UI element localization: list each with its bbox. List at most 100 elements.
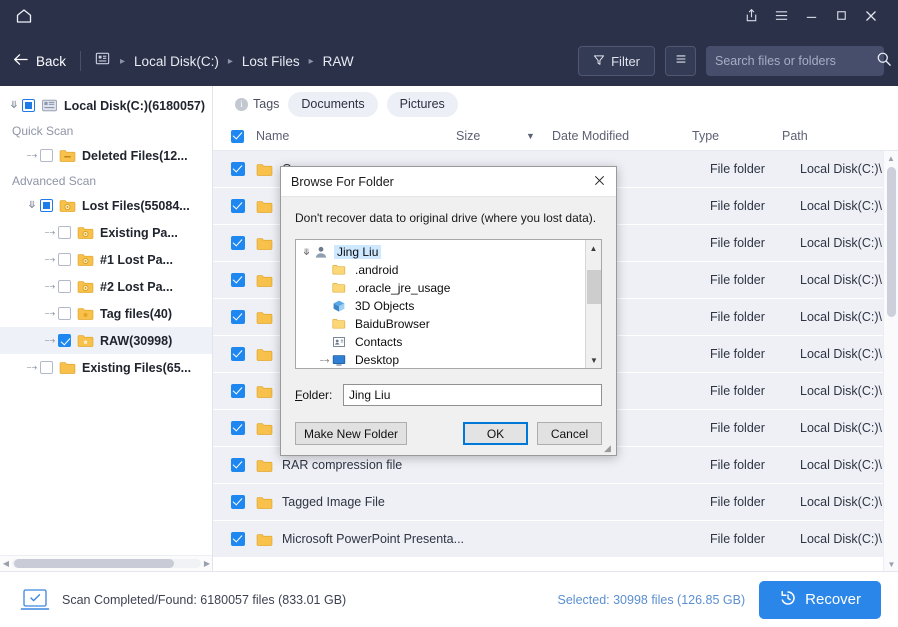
scroll-up-arrow[interactable]: ▲	[884, 151, 898, 165]
tree-item-checkbox[interactable]	[58, 226, 71, 239]
scroll-down-arrow[interactable]: ▼	[884, 557, 898, 571]
row-checkbox[interactable]	[231, 421, 245, 435]
folder-gear-icon	[77, 252, 94, 267]
info-icon: i	[235, 97, 248, 111]
row-checkbox[interactable]	[231, 347, 245, 361]
breadcrumb-item-2[interactable]: RAW	[319, 52, 358, 71]
make-new-folder-button[interactable]: Make New Folder	[295, 422, 407, 445]
tree-item[interactable]: ⤍ Existing Pa...	[0, 219, 212, 246]
select-all-checkbox[interactable]	[231, 129, 244, 143]
folder-tree-item[interactable]: Contacts	[296, 333, 585, 351]
scrollbar-track[interactable]	[12, 559, 201, 568]
folder-name-input[interactable]	[343, 384, 602, 406]
row-checkbox[interactable]	[231, 199, 245, 213]
row-checkbox[interactable]	[231, 273, 245, 287]
folder-tree-item[interactable]: ⤋ Jing Liu	[296, 243, 585, 261]
tree-item-checkbox[interactable]	[58, 334, 71, 347]
sidebar: ⤋ Local Disk(C:)(6180057) Quick Scan ⤍ Delet…	[0, 86, 213, 571]
row-checkbox[interactable]	[231, 532, 245, 546]
tree-item-checkbox[interactable]	[22, 99, 35, 112]
row-checkbox[interactable]	[231, 236, 245, 250]
breadcrumb-item-0[interactable]: Local Disk(C:)	[130, 52, 223, 71]
chevron-right-icon[interactable]: ⤍	[42, 308, 58, 319]
folder-tree-item[interactable]: BaiduBrowser	[296, 315, 585, 333]
scroll-up-arrow[interactable]: ▲	[586, 240, 601, 256]
maximize-button[interactable]	[826, 0, 856, 36]
search-input[interactable]	[715, 54, 876, 68]
tree-item-checkbox[interactable]	[40, 361, 53, 374]
row-checkbox[interactable]	[231, 384, 245, 398]
column-header-name[interactable]: Name	[256, 129, 456, 143]
ok-button[interactable]: OK	[463, 422, 528, 445]
row-checkbox[interactable]	[231, 162, 245, 176]
dialog-close-button[interactable]	[582, 167, 616, 197]
tree-item-checkbox[interactable]	[40, 149, 53, 162]
chevron-right-icon[interactable]: ⤍	[317, 355, 332, 366]
tree-item[interactable]: ⤍ Tag files(40)	[0, 300, 212, 327]
table-row[interactable]: Microsoft PowerPoint Presenta... File fol…	[213, 521, 898, 558]
breadcrumb-drive-button[interactable]	[94, 50, 111, 72]
chevron-right-icon[interactable]: ⤍	[24, 150, 40, 161]
breadcrumb-item-1[interactable]: Lost Files	[238, 52, 304, 71]
folder-tree-scrollbar[interactable]: ▲ ▼	[585, 240, 601, 368]
chevron-down-icon[interactable]: ⤋	[24, 200, 40, 211]
resize-grip-icon[interactable]: ◢	[604, 444, 614, 454]
recover-button[interactable]: Recover	[759, 580, 881, 619]
sidebar-horizontal-scrollbar[interactable]: ◀ ▶	[0, 555, 212, 571]
home-button[interactable]	[0, 0, 48, 36]
scrollbar-thumb[interactable]	[887, 167, 896, 317]
chevron-right-icon[interactable]: ⤍	[42, 254, 58, 265]
breadcrumb-separator-icon: ▸	[308, 55, 314, 67]
folder-tree-item[interactable]: .oracle_jre_usage	[296, 279, 585, 297]
column-header-date-modified[interactable]: Date Modified	[552, 129, 692, 143]
tree-item[interactable]: ⤍ #1 Lost Pa...	[0, 246, 212, 273]
row-checkbox[interactable]	[231, 495, 245, 509]
chevron-down-icon[interactable]: ⤋	[299, 247, 314, 258]
menu-button[interactable]	[766, 0, 796, 36]
scroll-down-arrow[interactable]: ▼	[586, 352, 601, 368]
file-list-vertical-scrollbar[interactable]: ▲ ▼	[883, 151, 898, 571]
tree-item[interactable]: ⤍ #2 Lost Pa...	[0, 273, 212, 300]
share-button[interactable]	[736, 0, 766, 36]
folder-tree-item[interactable]: ⤍ Desktop	[296, 351, 585, 368]
tree-item[interactable]: ⤋ Lost Files(55084...	[0, 192, 212, 219]
sort-descending-icon[interactable]: ▼	[526, 131, 552, 141]
cancel-button[interactable]: Cancel	[537, 422, 602, 445]
folder-tree-item[interactable]: 3D Objects	[296, 297, 585, 315]
row-checkbox[interactable]	[231, 310, 245, 324]
scrollbar-thumb[interactable]	[587, 270, 601, 304]
scroll-right-arrow[interactable]: ▶	[201, 559, 212, 568]
make-new-folder-label: Make New Folder	[303, 426, 399, 441]
folder-tree-item[interactable]: .android	[296, 261, 585, 279]
minimize-button[interactable]	[796, 0, 826, 36]
tree-item[interactable]: ⤍ Deleted Files(12...	[0, 142, 212, 169]
close-icon	[863, 8, 879, 29]
tree-item[interactable]: ⤋ Local Disk(C:)(6180057)	[0, 92, 212, 119]
column-header-path[interactable]: Path	[782, 129, 898, 143]
chevron-down-icon[interactable]: ⤋	[6, 100, 22, 111]
tree-item-checkbox[interactable]	[58, 280, 71, 293]
back-button[interactable]: Back	[13, 53, 66, 69]
scrollbar-thumb[interactable]	[14, 559, 174, 568]
tree-item-checkbox[interactable]	[58, 307, 71, 320]
row-checkbox[interactable]	[231, 458, 245, 472]
column-header-type[interactable]: Type	[692, 129, 782, 143]
scroll-left-arrow[interactable]: ◀	[0, 559, 12, 568]
search-icon[interactable]	[876, 51, 892, 72]
tab-pictures[interactable]: Pictures	[386, 91, 458, 117]
tree-item[interactable]: ⤍ Existing Files(65...	[0, 354, 212, 381]
view-menu-button[interactable]	[665, 46, 696, 76]
chevron-right-icon[interactable]: ⤍	[42, 281, 58, 292]
tree-item[interactable]: ⤍ RAW(30998)	[0, 327, 212, 354]
filter-button[interactable]: Filter	[578, 46, 655, 76]
tab-documents[interactable]: Documents	[288, 91, 378, 117]
chevron-right-icon[interactable]: ⤍	[42, 335, 58, 346]
tree-item-checkbox[interactable]	[58, 253, 71, 266]
chevron-right-icon[interactable]: ⤍	[42, 227, 58, 238]
column-header-size[interactable]: Size	[456, 129, 526, 143]
close-button[interactable]	[856, 0, 886, 36]
chevron-right-icon[interactable]: ⤍	[24, 362, 40, 373]
table-row[interactable]: Tagged Image File File folder Local Disk(C…	[213, 484, 898, 521]
tree-item-checkbox[interactable]	[40, 199, 53, 212]
search-box[interactable]	[706, 46, 891, 76]
